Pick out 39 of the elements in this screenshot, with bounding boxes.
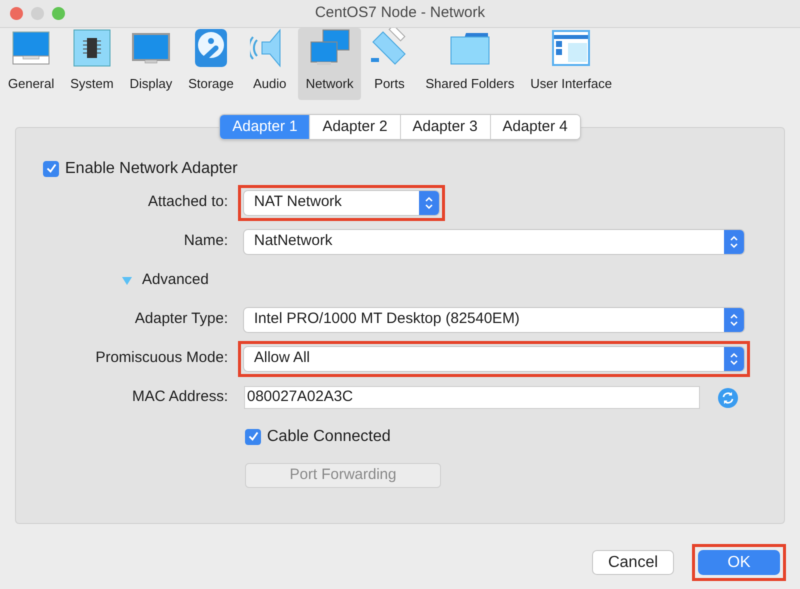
field-label: Promiscuous Mode: — [94, 348, 228, 368]
dropdown[interactable]: NAT Network — [244, 190, 439, 214]
zoom-button[interactable] — [52, 7, 65, 20]
checkbox[interactable] — [245, 428, 261, 444]
toolbar-tab[interactable]: Storage — [180, 28, 242, 100]
checkbox-label: Enable Network Adapter — [65, 158, 238, 178]
toolbar-tab[interactable]: Shared Folders — [417, 28, 522, 100]
adapter-tab[interactable]: Adapter 2 — [309, 115, 400, 139]
stepper-icon — [724, 346, 744, 370]
window-icon — [552, 28, 590, 68]
window-title: CentOS7 Node - Network — [314, 3, 486, 24]
field-label: MAC Address: — [131, 387, 228, 408]
dialog-button[interactable]: Cancel — [592, 550, 674, 575]
text-field[interactable]: 080027A02A3C — [244, 386, 700, 409]
field-label: Name: — [182, 231, 228, 252]
dialog-button[interactable]: OK — [698, 550, 780, 575]
field-label: Adapter Type: — [134, 309, 228, 330]
close-button[interactable] — [10, 7, 23, 20]
stepper-icon — [724, 230, 744, 254]
dropdown[interactable]: NatNetwork — [244, 230, 744, 254]
stepper-icon — [724, 308, 744, 332]
checkbox[interactable] — [43, 160, 59, 176]
toolbar-tab[interactable]: Network — [298, 28, 362, 100]
checkbox-label: Cable Connected — [267, 426, 391, 446]
section-label: Advanced — [142, 270, 209, 290]
disclosure-triangle-icon[interactable] — [121, 274, 133, 286]
dropdown[interactable]: Intel PRO/1000 MT Desktop (82540EM) — [244, 308, 744, 332]
field-label: Attached to: — [146, 192, 228, 212]
toolbar-tab[interactable]: Audio — [242, 28, 298, 100]
toolbar-tab[interactable]: Display — [122, 28, 180, 100]
dropdown[interactable]: Allow All — [244, 346, 744, 370]
toolbar-tab[interactable]: User Interface — [522, 28, 620, 100]
toolbar-tab[interactable]: General — [0, 28, 62, 100]
chip-icon — [72, 28, 112, 68]
adapter-tab[interactable]: Adapter 4 — [490, 115, 580, 139]
adapter-tab[interactable]: Adapter 3 — [400, 115, 490, 139]
toolbar-tab[interactable]: System — [62, 28, 122, 100]
stepper-icon — [419, 190, 439, 214]
toolbar-tab[interactable]: Ports — [361, 28, 418, 100]
